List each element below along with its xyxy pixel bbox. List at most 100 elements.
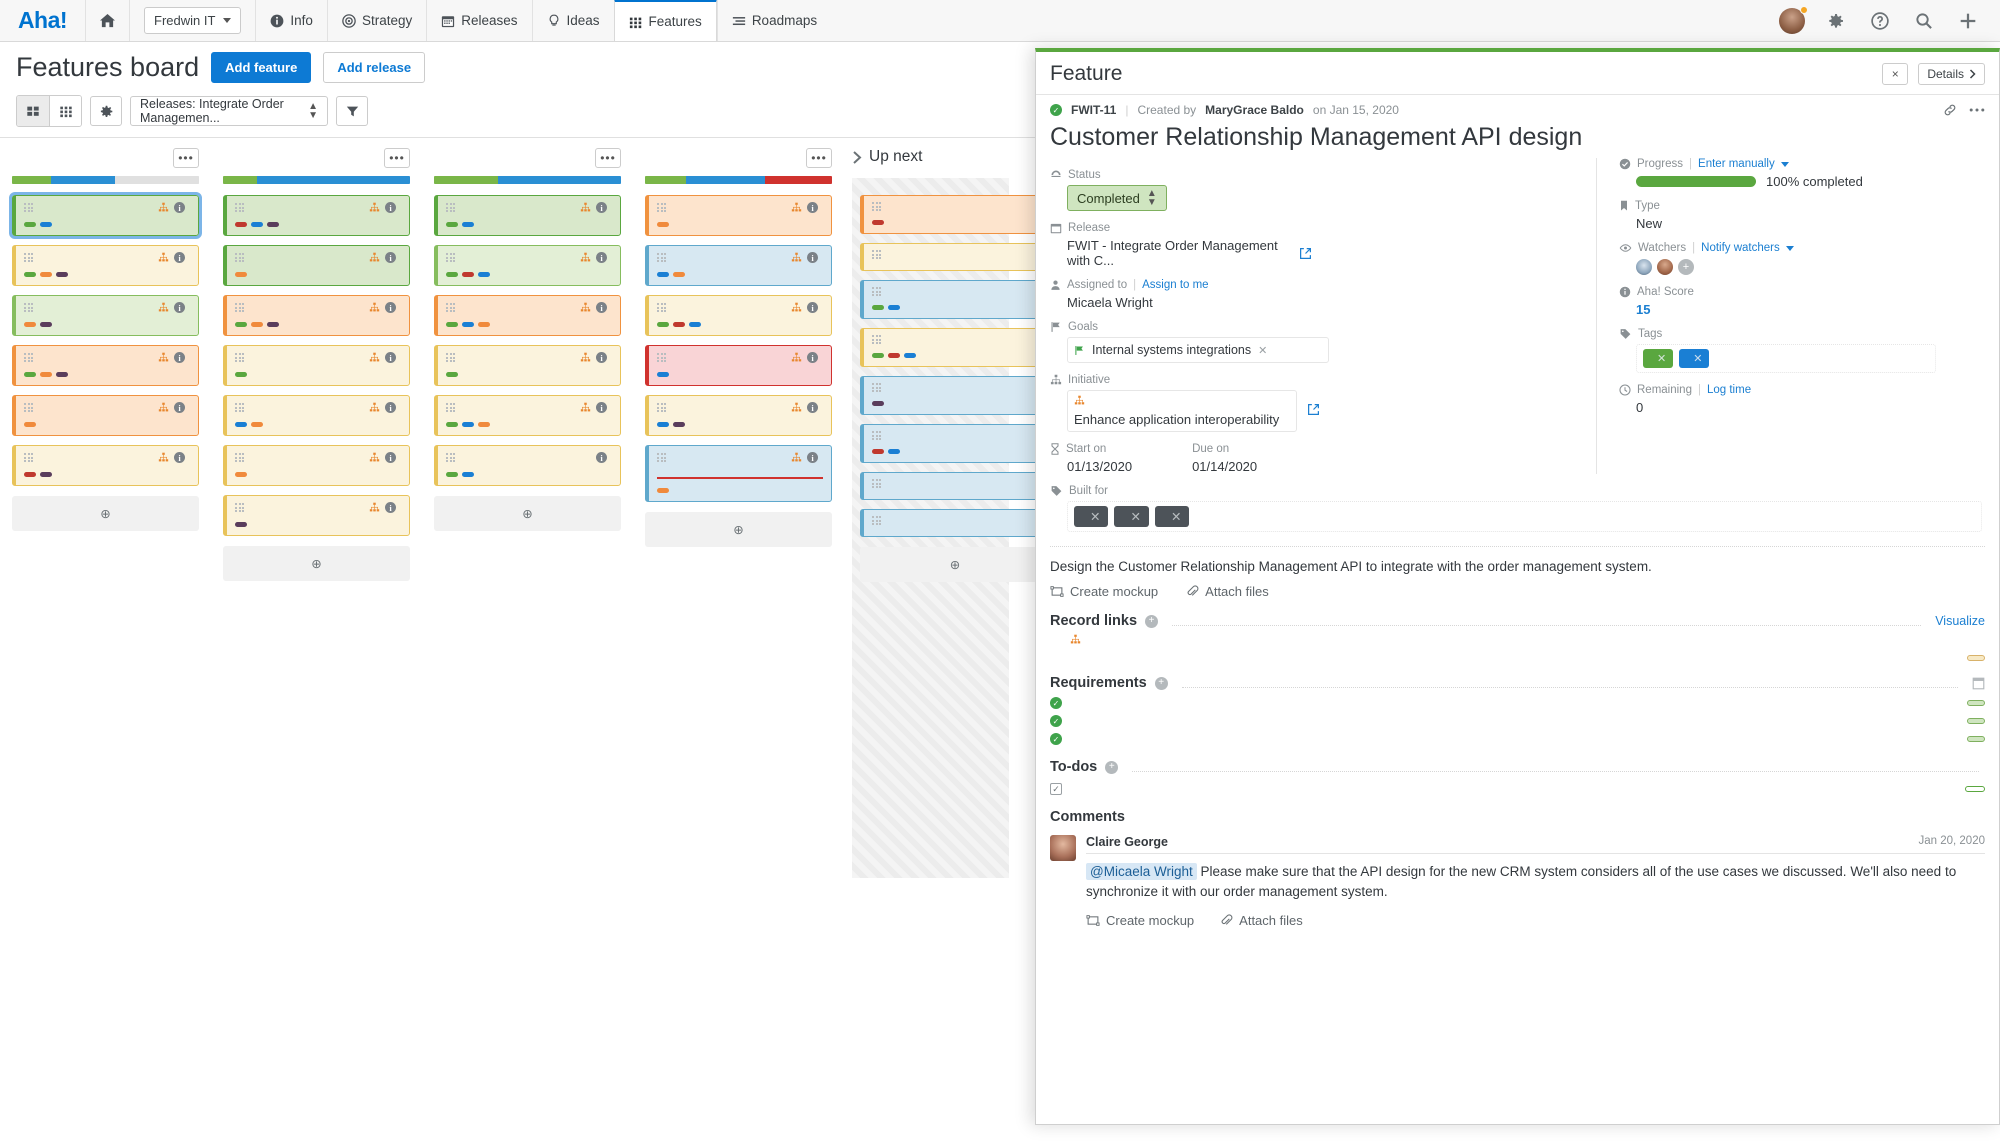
help-icon[interactable] xyxy=(1858,0,1902,42)
add-feature-placeholder[interactable]: ⊕ xyxy=(860,547,1050,582)
drag-handle-icon[interactable] xyxy=(24,453,33,462)
drag-handle-icon[interactable] xyxy=(235,203,244,212)
card-tag[interactable] xyxy=(251,422,263,427)
expand-icon[interactable] xyxy=(1972,677,1985,690)
feature-name[interactable]: Customer Relationship Management API des… xyxy=(1036,117,1999,158)
tags-token-box[interactable]: ✕ ✕ xyxy=(1636,344,1936,373)
plus-icon[interactable]: + xyxy=(1105,760,1119,774)
drag-handle-icon[interactable] xyxy=(24,303,33,312)
drag-handle-icon[interactable] xyxy=(657,303,666,312)
card-tag[interactable] xyxy=(235,372,247,377)
drag-handle-icon[interactable] xyxy=(235,453,244,462)
status-select[interactable]: Completed ▲ ▼ xyxy=(1067,185,1167,211)
built-for-pill[interactable]: ✕ xyxy=(1154,506,1190,527)
card-tag[interactable] xyxy=(657,372,669,377)
card-tag[interactable] xyxy=(446,472,458,477)
filter-button[interactable] xyxy=(336,96,368,126)
card-tag[interactable] xyxy=(872,401,884,406)
card-tag[interactable] xyxy=(235,472,247,477)
card-tag[interactable] xyxy=(24,422,36,427)
drag-handle-icon[interactable] xyxy=(872,516,881,525)
feature-card[interactable]: i xyxy=(434,245,621,286)
plus-icon[interactable] xyxy=(1946,0,1990,42)
built-for-pill[interactable]: ✕ xyxy=(1074,506,1109,527)
drag-handle-icon[interactable] xyxy=(872,383,881,392)
close-icon[interactable]: × xyxy=(1882,63,1909,85)
card-tag[interactable] xyxy=(40,372,52,377)
score-value[interactable]: 15 xyxy=(1619,302,1956,317)
drag-handle-icon[interactable] xyxy=(235,253,244,262)
dense-view-icon[interactable] xyxy=(49,96,81,126)
up-next-card[interactable] xyxy=(860,376,1050,415)
card-tag[interactable] xyxy=(657,272,669,277)
drag-handle-icon[interactable] xyxy=(446,353,455,362)
card-tag[interactable] xyxy=(462,322,474,327)
card-tag[interactable] xyxy=(235,272,247,277)
up-next-card[interactable] xyxy=(860,472,1050,500)
feature-card[interactable]: i xyxy=(434,195,621,236)
feature-card[interactable]: i xyxy=(434,345,621,386)
add-watcher-icon[interactable]: + xyxy=(1678,259,1694,275)
nav-item-strategy[interactable]: Strategy xyxy=(326,0,426,41)
card-tag[interactable] xyxy=(24,222,36,227)
card-tag[interactable] xyxy=(24,272,36,277)
drag-handle-icon[interactable] xyxy=(657,453,666,462)
drag-handle-icon[interactable] xyxy=(446,203,455,212)
card-tag[interactable] xyxy=(462,422,474,427)
assigned-value[interactable]: Micaela Wright xyxy=(1050,295,1320,310)
card-tag[interactable] xyxy=(478,272,490,277)
card-tag[interactable] xyxy=(689,322,701,327)
drag-handle-icon[interactable] xyxy=(446,253,455,262)
card-tag[interactable] xyxy=(267,322,279,327)
card-tag[interactable] xyxy=(478,322,490,327)
card-tag[interactable] xyxy=(235,422,247,427)
add-feature-placeholder[interactable]: ⊕ xyxy=(434,496,621,531)
tag-pill[interactable]: ✕ xyxy=(1679,349,1710,368)
up-next-card[interactable] xyxy=(860,509,1050,537)
drag-handle-icon[interactable] xyxy=(872,431,881,440)
more-actions-icon[interactable] xyxy=(1969,107,1985,113)
remove-icon[interactable]: ✕ xyxy=(1693,352,1702,365)
card-tag[interactable] xyxy=(235,522,247,527)
built-for-token-box[interactable]: ✕ ✕ ✕ xyxy=(1067,501,1982,532)
up-next-card[interactable] xyxy=(860,328,1050,367)
add-feature-button[interactable]: Add feature xyxy=(211,52,312,83)
up-next-card[interactable] xyxy=(860,195,1050,234)
card-tag[interactable] xyxy=(446,372,458,377)
add-release-button[interactable]: Add release xyxy=(323,52,426,83)
visualize-link[interactable]: Visualize xyxy=(1935,614,1985,628)
card-tag[interactable] xyxy=(446,422,458,427)
add-feature-placeholder[interactable]: ⊕ xyxy=(645,512,832,547)
drag-handle-icon[interactable] xyxy=(872,335,881,344)
drag-handle-icon[interactable] xyxy=(657,203,666,212)
up-next-card[interactable] xyxy=(860,280,1050,319)
card-tag[interactable] xyxy=(24,322,36,327)
create-mockup-button[interactable]: Create mockup xyxy=(1050,584,1158,599)
remove-icon[interactable]: ✕ xyxy=(1258,344,1267,357)
project-selector[interactable]: Fredwin IT xyxy=(129,0,255,41)
type-value[interactable]: New xyxy=(1619,216,1956,231)
search-icon[interactable] xyxy=(1902,0,1946,42)
card-tag[interactable] xyxy=(251,322,263,327)
drag-handle-icon[interactable] xyxy=(24,203,33,212)
column-menu-button[interactable]: ••• xyxy=(173,148,199,168)
card-tag[interactable] xyxy=(267,222,279,227)
feature-card[interactable]: i xyxy=(645,445,832,502)
drag-handle-icon[interactable] xyxy=(446,303,455,312)
tag-pill[interactable]: ✕ xyxy=(1643,349,1674,368)
plus-icon[interactable]: + xyxy=(1145,614,1159,628)
nav-item-roadmaps[interactable]: Roadmaps xyxy=(716,0,831,41)
up-next-card[interactable] xyxy=(860,424,1050,463)
todo-checkbox[interactable]: ✓ xyxy=(1050,783,1062,795)
record-id[interactable]: FWIT-11 xyxy=(1071,103,1116,117)
plus-icon[interactable]: + xyxy=(1154,676,1168,690)
drag-handle-icon[interactable] xyxy=(872,287,881,296)
gear-icon[interactable] xyxy=(1814,0,1858,42)
card-tag[interactable] xyxy=(462,272,474,277)
card-tag[interactable] xyxy=(904,353,916,358)
release-value[interactable]: FWIT - Integrate Order Management with C… xyxy=(1067,238,1299,268)
card-tag[interactable] xyxy=(872,449,884,454)
feature-card[interactable]: i xyxy=(645,295,832,336)
drag-handle-icon[interactable] xyxy=(24,253,33,262)
remove-icon[interactable]: ✕ xyxy=(1090,509,1100,524)
